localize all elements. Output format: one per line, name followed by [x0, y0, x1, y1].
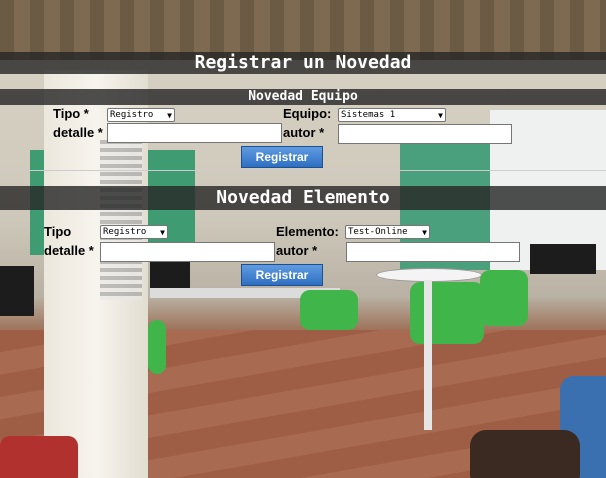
table-leg [424, 280, 432, 430]
elemento-section-title: Novedad Elemento [0, 186, 606, 210]
equipo-select[interactable]: Sistemas 1 ▼ [338, 108, 446, 122]
equipo-tipo-label: Tipo * [53, 106, 89, 121]
chevron-down-icon: ▼ [422, 227, 427, 237]
red-sofa [0, 436, 78, 478]
elemento-autor-label: autor * [276, 243, 318, 258]
equipo-tipo-select[interactable]: Registro ▼ [107, 108, 175, 122]
equipo-autor-input[interactable] [338, 124, 512, 144]
elemento-autor-input[interactable] [346, 242, 520, 262]
section-divider [0, 170, 606, 171]
elemento-registrar-button[interactable]: Registrar [241, 264, 323, 286]
equipo-section-title: Novedad Equipo [0, 89, 606, 105]
ceiling [0, 0, 606, 60]
chevron-down-icon: ▼ [438, 110, 443, 120]
chevron-down-icon: ▼ [160, 227, 165, 237]
page-title: Registrar un Novedad [0, 52, 606, 74]
chevron-down-icon: ▼ [167, 110, 172, 120]
elemento-select[interactable]: Test-Online ▼ [345, 225, 430, 239]
elemento-tipo-select[interactable]: Registro ▼ [100, 225, 168, 239]
dark-sofa [470, 430, 580, 478]
equipo-detalle-input[interactable] [107, 123, 282, 143]
equipo-label: Equipo: [283, 106, 332, 121]
green-chair [410, 282, 484, 344]
elemento-detalle-label: detalle * [44, 243, 94, 258]
equipo-tipo-selected: Registro [110, 110, 154, 120]
bulletin-board [100, 140, 142, 300]
elemento-label: Elemento: [276, 224, 339, 239]
elemento-tipo-label: Tipo [44, 224, 72, 239]
monitor [0, 266, 34, 316]
equipo-selected: Sistemas 1 [341, 110, 396, 120]
equipo-autor-label: autor * [283, 125, 325, 140]
green-chair [480, 270, 528, 326]
equipo-detalle-label: detalle * [53, 125, 103, 140]
green-chair [148, 320, 166, 374]
elemento-detalle-input[interactable] [100, 242, 275, 262]
monitor [530, 244, 596, 274]
elemento-selected: Test-Online [348, 227, 408, 237]
elemento-tipo-selected: Registro [103, 227, 147, 237]
equipo-registrar-button[interactable]: Registrar [241, 146, 323, 168]
monitor [150, 262, 190, 288]
green-chair [300, 290, 358, 330]
